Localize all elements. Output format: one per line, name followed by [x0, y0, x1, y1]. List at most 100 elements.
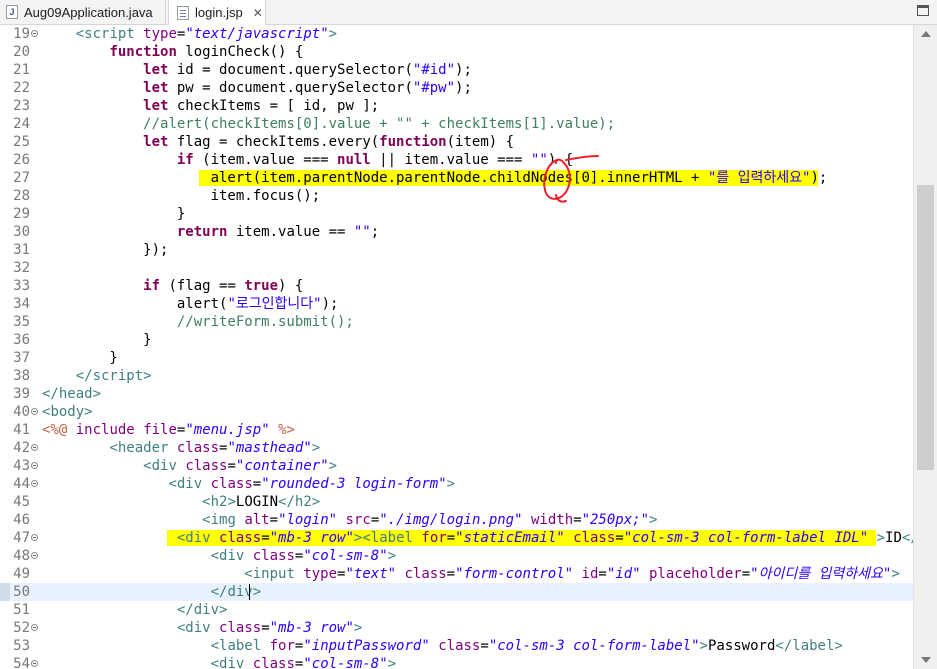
jsp-file-icon	[177, 5, 189, 20]
scroll-up-arrow-icon[interactable]	[921, 31, 931, 37]
code-text: <%@ include file="menu.jsp" %>	[42, 422, 295, 438]
line-number: 31	[13, 242, 30, 258]
code-text: alert(item.parentNode.parentNode.childNo…	[42, 170, 828, 186]
code-text: return item.value == "";	[176, 224, 380, 240]
scrollbar-thumb[interactable]	[917, 185, 934, 470]
code-text: if (flag == true) {	[143, 278, 304, 294]
code-line[interactable]: 49 <input type="text" class="form-contro…	[0, 565, 913, 583]
line-number: 34	[13, 296, 30, 312]
code-editor[interactable]: 19 <script type="text/javascript"> 20 fun…	[0, 25, 913, 669]
line-number: 41	[13, 422, 30, 438]
fold-toggle-icon[interactable]	[31, 30, 38, 37]
line-number: 47	[13, 530, 30, 546]
fold-toggle-icon[interactable]	[31, 408, 38, 415]
tab-aug09application-java[interactable]: J Aug09Application.java	[0, 0, 166, 24]
code-line[interactable]: 29 }	[0, 205, 913, 223]
line-number: 32	[13, 260, 30, 276]
line-number: 39	[13, 386, 30, 402]
code-line[interactable]: 37 }	[0, 349, 913, 367]
code-line[interactable]: 27 alert(item.parentNode.parentNode.chil…	[0, 169, 913, 187]
line-number: 50	[13, 584, 30, 600]
code-line[interactable]: 35 //writeForm.submit();	[0, 313, 913, 331]
maximize-icon[interactable]	[917, 5, 929, 16]
code-line[interactable]: 42 <header class="masthead">	[0, 439, 913, 457]
line-number: 48	[13, 548, 30, 564]
line-number: 27	[13, 170, 30, 186]
line-number: 21	[13, 62, 30, 78]
code-text: <div class="col-sm-8">	[210, 548, 397, 564]
code-text: //alert(checkItems[0].value + "" + check…	[143, 116, 616, 132]
fold-toggle-icon[interactable]	[31, 552, 38, 559]
code-line[interactable]: 32	[0, 259, 913, 277]
code-text: <h2>LOGIN</h2>	[202, 494, 321, 510]
code-line[interactable]: 43 <div class="container">	[0, 457, 913, 475]
line-number: 23	[13, 98, 30, 114]
scroll-down-arrow-icon[interactable]	[921, 657, 931, 663]
line-number: 40	[13, 404, 30, 420]
code-line[interactable]: 21 let id = document.querySelector("#id"…	[0, 61, 913, 79]
line-number: 43	[13, 458, 30, 474]
code-line[interactable]: 50 </div>	[0, 583, 913, 601]
code-line[interactable]: 48 <div class="col-sm-8">	[0, 547, 913, 565]
fold-toggle-icon[interactable]	[31, 534, 38, 541]
line-number: 19	[13, 26, 30, 42]
code-text: }	[42, 350, 118, 366]
fold-toggle-icon[interactable]	[31, 444, 38, 451]
code-line[interactable]: 33 if (flag == true) {	[0, 277, 913, 295]
tab-label: Aug09Application.java	[24, 4, 153, 20]
close-icon[interactable]: ✕	[253, 6, 263, 20]
fold-toggle-icon[interactable]	[31, 462, 38, 469]
line-number: 20	[13, 44, 30, 60]
code-line[interactable]: 40 <body>	[0, 403, 913, 421]
code-text: <div class="mb-3 row">	[176, 620, 363, 636]
code-line[interactable]: 23 let checkItems = [ id, pw ];	[0, 97, 913, 115]
code-text: if (item.value === null || item.value ==…	[176, 152, 574, 168]
code-line[interactable]: 52 <div class="mb-3 row">	[0, 619, 913, 637]
code-line[interactable]: 31 });	[0, 241, 913, 259]
code-line[interactable]: 34 alert("로그인합니다");	[0, 295, 913, 313]
code-text: item.focus();	[42, 188, 321, 204]
code-line[interactable]: 44 <div class="rounded-3 login-form">	[0, 475, 913, 493]
line-number: 46	[13, 512, 30, 528]
code-line[interactable]: 24 //alert(checkItems[0].value + "" + ch…	[0, 115, 913, 133]
line-number: 51	[13, 602, 30, 618]
fold-toggle-icon[interactable]	[31, 624, 38, 631]
code-line[interactable]: 20 function loginCheck() {	[0, 43, 913, 61]
java-file-icon: J	[6, 5, 18, 19]
line-number: 53	[13, 638, 30, 654]
fold-toggle-icon[interactable]	[31, 660, 38, 667]
code-line[interactable]: 46 <img alt="login" src="./img/login.png…	[0, 511, 913, 529]
code-line[interactable]: 54 <div class="col-sm-8">	[0, 655, 913, 669]
fold-toggle-icon[interactable]	[31, 480, 38, 487]
code-text: <input type="text" class="form-control" …	[244, 566, 900, 582]
code-line[interactable]: 38 </script>	[0, 367, 913, 385]
line-number: 54	[13, 656, 30, 669]
code-text: let flag = checkItems.every(function(ite…	[143, 134, 515, 150]
code-line[interactable]: 53 <label for="inputPassword" class="col…	[0, 637, 913, 655]
code-line[interactable]: 51 </div>	[0, 601, 913, 619]
line-number: 29	[13, 206, 30, 222]
line-number: 22	[13, 80, 30, 96]
code-line[interactable]: 25 let flag = checkItems.every(function(…	[0, 133, 913, 151]
tab-login-jsp[interactable]: login.jsp ✕	[168, 0, 266, 25]
code-line[interactable]: 36 }	[0, 331, 913, 349]
code-text: </div>	[210, 584, 262, 600]
code-line[interactable]: 39 </head>	[0, 385, 913, 403]
code-line[interactable]: 26 if (item.value === null || item.value…	[0, 151, 913, 169]
code-text: </div>	[176, 602, 228, 618]
code-line[interactable]: 30 return item.value == "";	[0, 223, 913, 241]
vertical-scrollbar[interactable]	[913, 25, 937, 669]
code-text: }	[42, 332, 152, 348]
code-text: //writeForm.submit();	[176, 314, 354, 330]
code-text: <div class="mb-3 row"><label for="static…	[176, 530, 913, 546]
line-number: 49	[13, 566, 30, 582]
code-line[interactable]: 47 <div class="mb-3 row"><label for="sta…	[0, 529, 913, 547]
code-line[interactable]: 45 <h2>LOGIN</h2>	[0, 493, 913, 511]
code-text: let id = document.querySelector("#id");	[143, 62, 472, 78]
code-line[interactable]: 41 <%@ include file="menu.jsp" %>	[0, 421, 913, 439]
code-text: alert("로그인합니다");	[42, 296, 339, 312]
code-line[interactable]: 28 item.focus();	[0, 187, 913, 205]
line-number: 37	[13, 350, 30, 366]
code-line[interactable]: 22 let pw = document.querySelector("#pw"…	[0, 79, 913, 97]
code-line[interactable]: 19 <script type="text/javascript">	[0, 25, 913, 43]
